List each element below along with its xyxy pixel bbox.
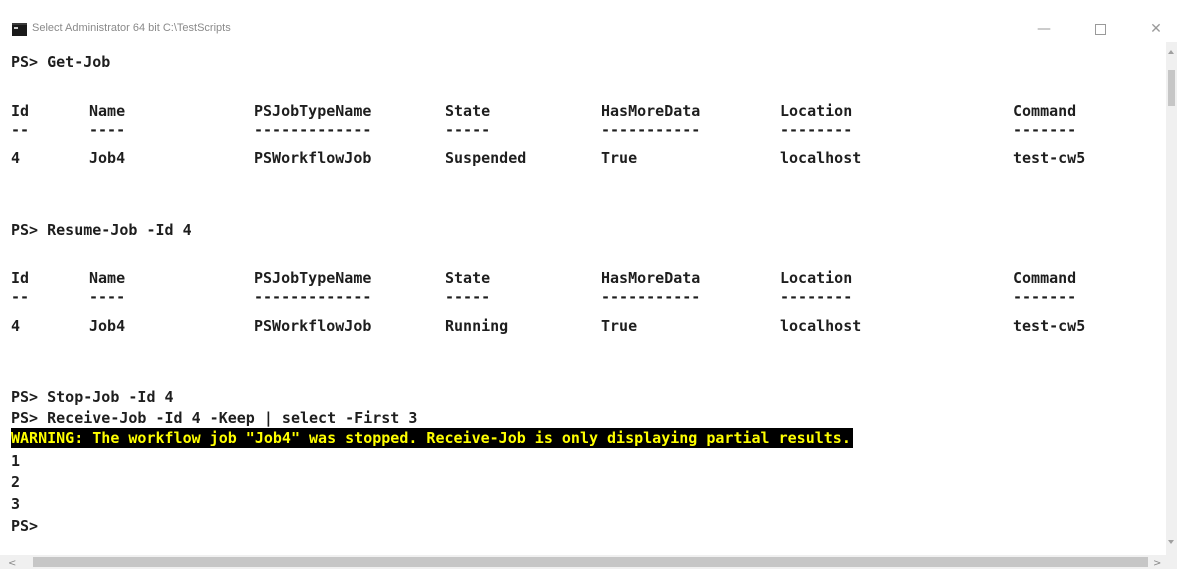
scroll-left-icon[interactable]: < <box>8 559 16 569</box>
dash-psjobtypename: ------------- <box>254 121 372 139</box>
vertical-scrollbar[interactable] <box>1166 42 1177 555</box>
header-name: Name <box>89 102 126 120</box>
dash-hasmoredata: ----------- <box>601 288 701 306</box>
cell-hasmoredata: True <box>601 317 638 335</box>
cell-id: 4 <box>11 149 21 167</box>
header-name: Name <box>89 269 126 287</box>
window-title: Select Administrator 64 bit C:\TestScrip… <box>32 22 231 34</box>
dash-name: ---- <box>89 121 126 139</box>
header-psjobtypename: PSJobTypeName <box>254 269 372 287</box>
cell-command: test-cw5 <box>1013 317 1086 335</box>
dash-hasmoredata: ----------- <box>601 121 701 139</box>
dash-location: -------- <box>780 288 853 306</box>
header-id: Id <box>11 269 30 287</box>
scroll-right-icon[interactable]: > <box>1153 559 1161 569</box>
cell-location: localhost <box>780 149 862 167</box>
dash-command: ------- <box>1013 121 1077 139</box>
output-line: 1 <box>11 452 21 470</box>
maximize-button[interactable] <box>1078 18 1122 40</box>
header-state: State <box>445 269 491 287</box>
dash-location: -------- <box>780 121 853 139</box>
console-app-icon <box>12 23 27 36</box>
cell-psjobtypename: PSWorkflowJob <box>254 149 372 167</box>
final-prompt: PS> <box>11 517 39 535</box>
prompt-line: PS> Get-Job <box>11 53 111 71</box>
title-bar[interactable]: Select Administrator 64 bit C:\TestScrip… <box>0 0 1177 42</box>
scroll-down-icon[interactable] <box>1168 540 1174 544</box>
header-id: Id <box>11 102 30 120</box>
dash-psjobtypename: ------------- <box>254 288 372 306</box>
warning-message: WARNING: The workflow job "Job4" was sto… <box>11 428 853 448</box>
cell-state: Running <box>445 317 509 335</box>
prompt-line: PS> Stop-Job -Id 4 <box>11 388 174 406</box>
scroll-up-icon[interactable] <box>1168 50 1174 54</box>
minimize-button[interactable]: — <box>1022 18 1066 40</box>
header-command: Command <box>1013 269 1077 287</box>
output-line: 3 <box>11 495 21 513</box>
header-location: Location <box>780 269 853 287</box>
cell-location: localhost <box>780 317 862 335</box>
header-state: State <box>445 102 491 120</box>
cell-hasmoredata: True <box>601 149 638 167</box>
maximize-icon <box>1094 23 1106 35</box>
dash-state: ----- <box>445 121 491 139</box>
header-hasmoredata: HasMoreData <box>601 269 701 287</box>
dash-command: ------- <box>1013 288 1077 306</box>
powershell-window: Select Administrator 64 bit C:\TestScrip… <box>0 0 1177 569</box>
header-hasmoredata: HasMoreData <box>601 102 701 120</box>
prompt-line: PS> Resume-Job -Id 4 <box>11 221 192 239</box>
horizontal-scroll-thumb[interactable] <box>33 557 1148 567</box>
dash-id: -- <box>11 288 30 306</box>
close-icon: ✕ <box>1150 21 1162 37</box>
header-psjobtypename: PSJobTypeName <box>254 102 372 120</box>
close-button[interactable]: ✕ <box>1134 18 1177 40</box>
header-command: Command <box>1013 102 1077 120</box>
minimize-icon: — <box>1037 21 1051 37</box>
output-line: 2 <box>11 473 21 491</box>
horizontal-scrollbar[interactable]: < > <box>0 555 1177 569</box>
dash-state: ----- <box>445 288 491 306</box>
dash-id: -- <box>11 121 30 139</box>
header-location: Location <box>780 102 853 120</box>
cell-name: Job4 <box>89 317 126 335</box>
prompt-line: PS> Receive-Job -Id 4 -Keep | select -Fi… <box>11 409 418 427</box>
cell-command: test-cw5 <box>1013 149 1086 167</box>
cell-psjobtypename: PSWorkflowJob <box>254 317 372 335</box>
vertical-scroll-thumb[interactable] <box>1168 70 1175 106</box>
dash-name: ---- <box>89 288 126 306</box>
cell-name: Job4 <box>89 149 126 167</box>
cell-id: 4 <box>11 317 21 335</box>
cell-state: Suspended <box>445 149 527 167</box>
console-output[interactable]: PS> Get-Job Id Name PSJobTypeName State … <box>0 42 1166 555</box>
